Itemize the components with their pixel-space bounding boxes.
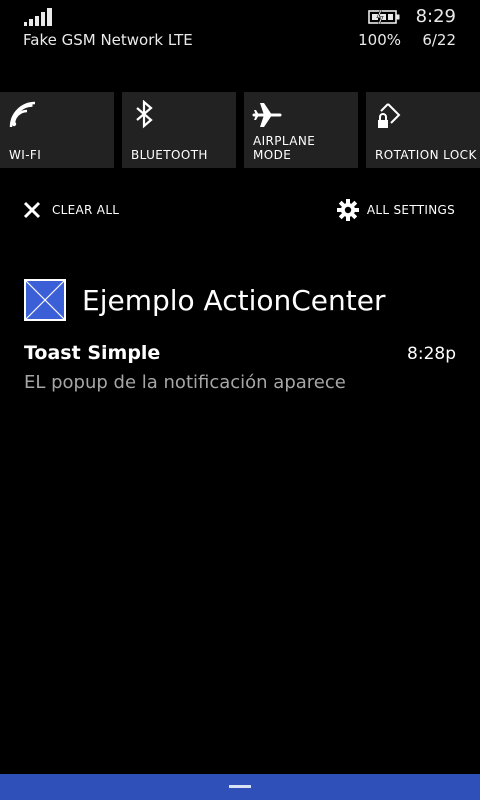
clock: 8:29: [415, 6, 456, 27]
close-icon: [23, 201, 41, 219]
all-settings-label: ALL SETTINGS: [366, 203, 455, 217]
carrier-name: Fake GSM Network LTE: [23, 31, 193, 49]
drag-handle-icon: [229, 785, 251, 788]
quick-actions: WI-FI BLUETOOTH AIRPLANE MODE ROTATION L…: [0, 92, 480, 168]
date: 6/22: [422, 31, 456, 49]
battery-charging-icon: [368, 10, 400, 24]
app-group-header[interactable]: Ejemplo ActionCenter: [24, 278, 386, 322]
notification-title: Toast Simple: [24, 342, 161, 364]
status-bar: Fake GSM Network LTE 8:29 100% 6/22: [0, 0, 480, 60]
notification-body: EL popup de la notificación aparece: [24, 372, 346, 393]
bluetooth-icon: [136, 100, 153, 129]
rotation-lock-icon: [378, 103, 401, 128]
toast-notification[interactable]: Toast Simple 8:28p EL popup de la notifi…: [24, 342, 456, 402]
wifi-icon: [9, 101, 36, 128]
tile-label: WI-FI: [9, 148, 42, 162]
signal-strength-icon: [24, 8, 52, 26]
gear-icon: [336, 199, 359, 221]
tile-label: AIRPLANE MODE: [253, 134, 316, 162]
tile-label: ROTATION LOCK: [375, 148, 477, 162]
all-settings-button[interactable]: ALL SETTINGS: [336, 196, 455, 224]
clear-all-button[interactable]: CLEAR ALL: [22, 196, 119, 224]
app-name: Ejemplo ActionCenter: [82, 283, 386, 317]
tile-wifi[interactable]: WI-FI: [0, 92, 114, 168]
action-center-handle-bar[interactable]: [0, 774, 480, 800]
tile-rotation-lock[interactable]: ROTATION LOCK: [366, 92, 480, 168]
app-placeholder-icon: [24, 279, 66, 321]
airplane-icon: [252, 103, 282, 127]
tile-bluetooth[interactable]: BLUETOOTH: [122, 92, 236, 168]
battery-percent: 100%: [358, 31, 401, 49]
clear-all-label: CLEAR ALL: [52, 203, 120, 217]
action-row: CLEAR ALL ALL SETTINGS: [0, 196, 480, 226]
tile-label: BLUETOOTH: [131, 148, 208, 162]
notification-time: 8:28p: [407, 344, 456, 364]
action-center-screen: Fake GSM Network LTE 8:29 100% 6/22 WI-F…: [0, 0, 480, 800]
tile-airplane-mode[interactable]: AIRPLANE MODE: [244, 92, 358, 168]
